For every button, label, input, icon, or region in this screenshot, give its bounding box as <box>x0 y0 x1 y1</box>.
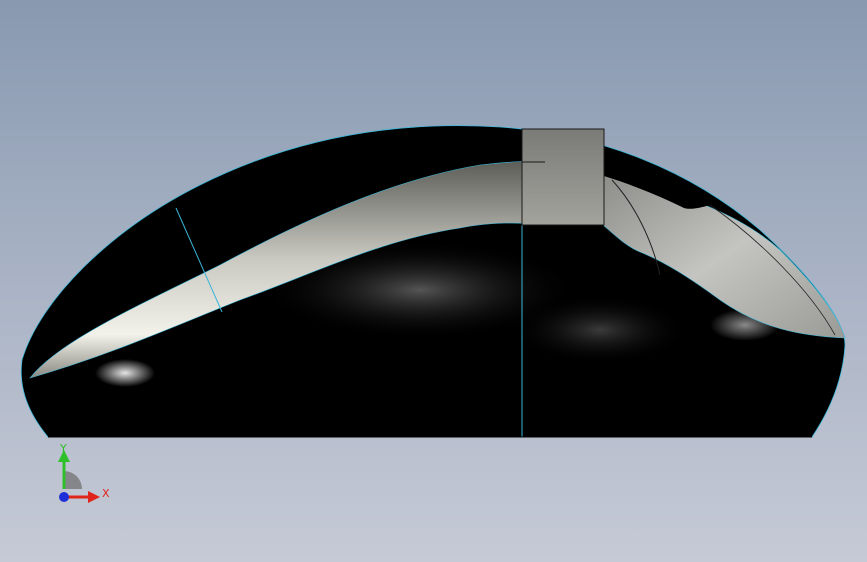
body-highlight-left <box>95 359 155 387</box>
x-axis-label: X <box>102 487 110 500</box>
x-axis-arrow-icon <box>88 491 100 503</box>
mouse-3d-model[interactable] <box>0 0 867 562</box>
z-axis-icon <box>59 492 69 502</box>
3d-viewport[interactable]: Y X <box>0 0 867 562</box>
sketch-rectangle <box>521 128 605 226</box>
body-highlight-mid <box>510 295 690 365</box>
triad-quadrant-icon <box>64 471 82 489</box>
axis-triad: Y X <box>58 442 110 503</box>
y-axis-label: Y <box>59 442 67 455</box>
